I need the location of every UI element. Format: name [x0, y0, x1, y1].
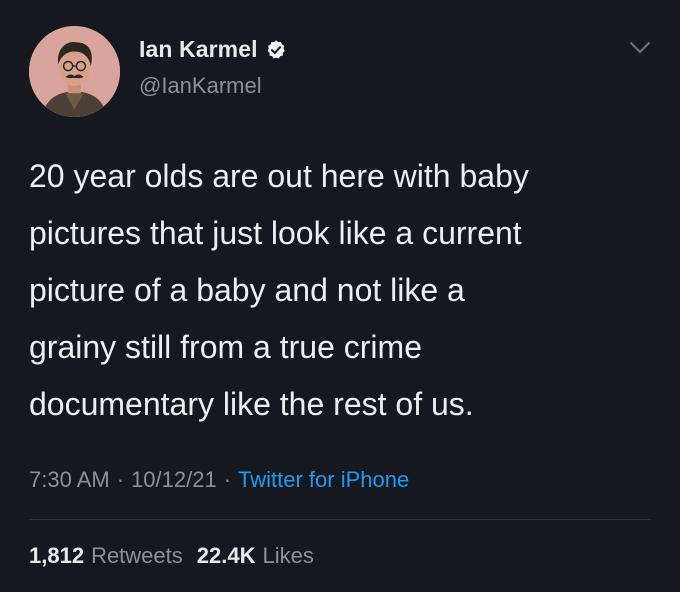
retweets-stat[interactable]: 1,812 Retweets	[29, 543, 183, 569]
author-name-row[interactable]: Ian Karmel	[139, 36, 287, 63]
tweet-text: 20 year olds are out here with baby pict…	[29, 158, 529, 422]
retweets-label: Retweets	[91, 543, 183, 568]
tweet-source-link[interactable]: Twitter for iPhone	[238, 467, 409, 493]
avatar-portrait-icon	[29, 26, 120, 117]
tweet-time[interactable]: 7:30 AM	[29, 467, 110, 493]
tweet-card: Ian Karmel @IanKarmel 20 year olds are o…	[0, 0, 680, 592]
likes-label: Likes	[262, 543, 314, 568]
likes-count: 22.4K	[196, 543, 256, 568]
verified-badge-icon	[265, 39, 287, 61]
meta-separator: ·	[223, 467, 232, 492]
author-handle[interactable]: @IanKarmel	[139, 73, 262, 99]
likes-stat[interactable]: 22.4K Likes	[197, 543, 314, 569]
tweet-meta: 7:30 AM · 10/12/21 · Twitter for iPhone	[29, 467, 409, 493]
meta-separator: ·	[116, 467, 125, 492]
avatar[interactable]	[29, 26, 120, 117]
chevron-down-icon[interactable]	[628, 40, 652, 56]
divider	[29, 519, 651, 520]
retweets-count: 1,812	[29, 543, 85, 568]
tweet-date[interactable]: 10/12/21	[131, 467, 217, 493]
tweet-stats: 1,812 Retweets 22.4K Likes	[29, 543, 314, 569]
author-display-name[interactable]: Ian Karmel	[139, 36, 258, 63]
